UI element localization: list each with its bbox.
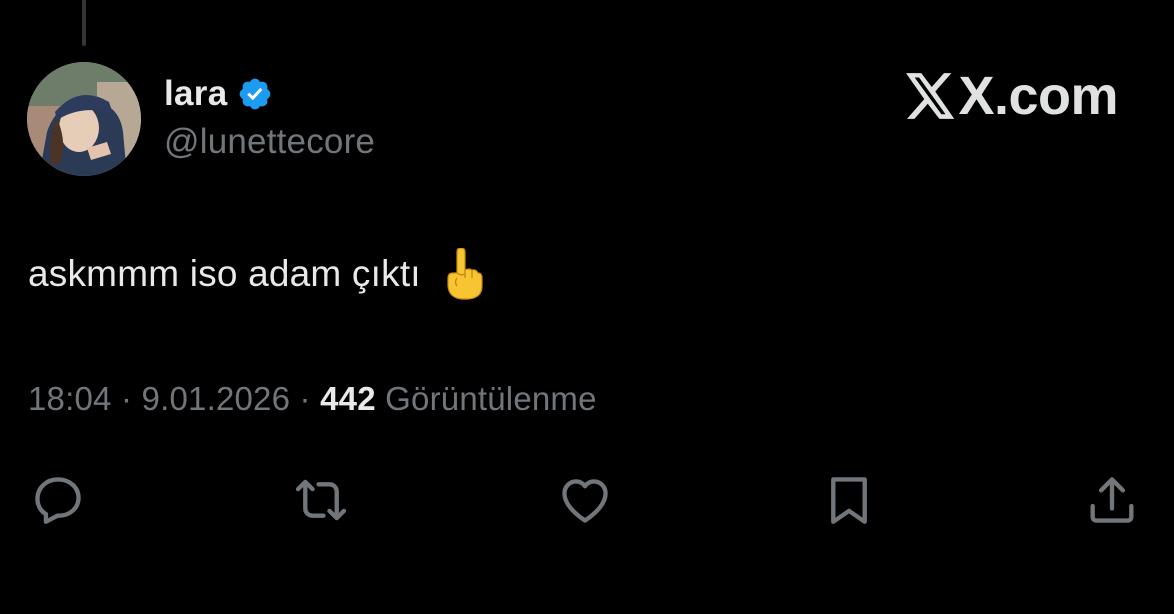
tweet-time[interactable]: 18:04 — [28, 380, 112, 417]
meta-separator: · — [299, 380, 311, 417]
tweet-date[interactable]: 9.01.2026 — [142, 380, 291, 417]
reply-button[interactable] — [28, 470, 88, 530]
views-count[interactable]: 442 — [320, 380, 376, 417]
tweet-meta: 18:04 · 9.01.2026 · 442 Görüntülenme — [28, 380, 597, 418]
avatar[interactable] — [27, 62, 141, 176]
author-name-row[interactable]: lara — [164, 72, 273, 116]
views-label[interactable]: Görüntülenme — [385, 380, 597, 417]
thread-connector-line — [82, 0, 86, 46]
author-display-name[interactable]: lara — [164, 74, 227, 114]
avatar-image — [27, 62, 141, 176]
share-icon — [1090, 477, 1134, 523]
brand-text: X.com — [958, 66, 1118, 126]
pointing-up-emoji-icon — [447, 248, 483, 300]
like-icon — [562, 479, 608, 523]
brand-logo: X.com — [906, 66, 1118, 126]
verified-badge-icon — [240, 78, 271, 110]
author-handle[interactable]: @lunettecore — [164, 122, 375, 162]
like-button[interactable] — [555, 470, 615, 530]
tweet-body: askmmm iso adam çıktı — [28, 248, 483, 300]
reply-icon — [35, 477, 81, 524]
meta-separator: · — [120, 380, 133, 417]
bookmark-button[interactable] — [819, 470, 879, 530]
retweet-button[interactable] — [291, 470, 351, 530]
bookmark-icon — [831, 477, 867, 524]
retweet-icon — [295, 479, 347, 521]
share-button[interactable] — [1082, 470, 1142, 530]
x-logo-icon — [906, 73, 955, 119]
tweet-text: askmmm iso adam çıktı — [28, 253, 421, 294]
